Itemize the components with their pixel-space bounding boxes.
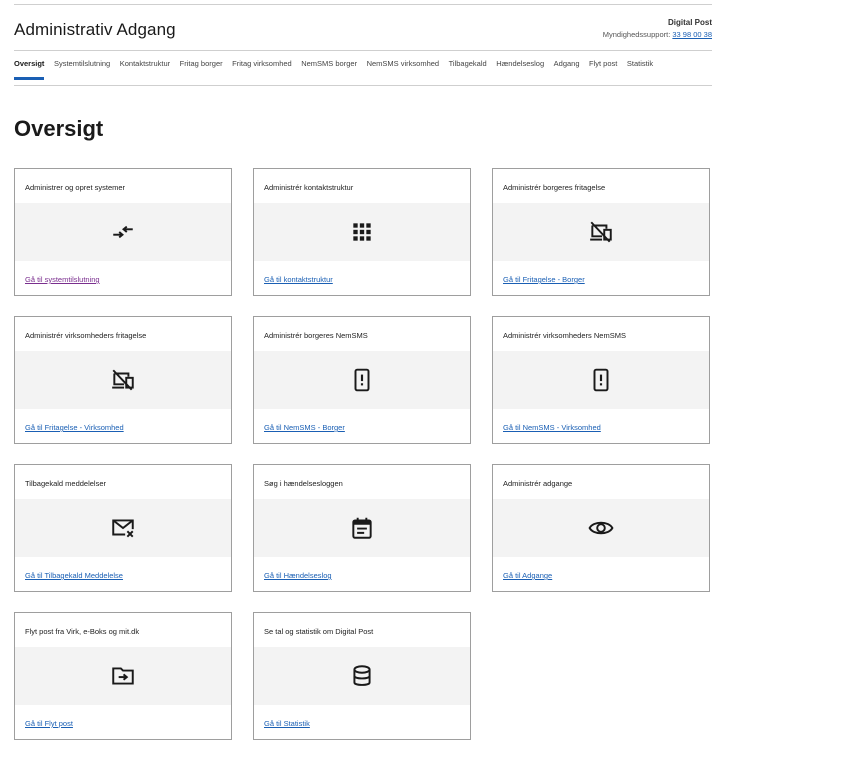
devices-off-icon — [590, 221, 612, 243]
card-link[interactable]: Gå til Hændelseslog — [264, 571, 332, 580]
nav-tab-systemtilslutning[interactable]: Systemtilslutning — [54, 58, 110, 80]
card-title: Administrér kontaktstruktur — [264, 183, 354, 192]
card-flyt-post: Flyt post fra Virk, e-Boks og mit.dk Gå … — [14, 612, 232, 740]
folder-move-icon — [112, 667, 134, 685]
support-line: Myndighedssupport: 33 98 00 38 — [603, 29, 712, 40]
top-divider — [14, 4, 712, 5]
card-link[interactable]: Gå til Fritagelse - Borger — [503, 275, 585, 284]
nav-tab-adgang[interactable]: Adgang — [554, 58, 580, 80]
nav-tab-haendelseslog[interactable]: Hændelseslog — [496, 58, 544, 80]
calendar-log-icon — [352, 517, 372, 539]
card-link[interactable]: Gå til Tilbagekald Meddelelse — [25, 571, 123, 580]
card-title: Tilbagekald meddelelser — [25, 479, 107, 488]
nav-tab-fritag-borger[interactable]: Fritag borger — [180, 58, 223, 80]
nav-tab-fritag-virksomhed[interactable]: Fritag virksomhed — [232, 58, 292, 80]
card-link[interactable]: Gå til Fritagelse - Virksomhed — [25, 423, 124, 432]
card-kontaktstruktur: Administrér kontaktstruktur Gå til konta… — [253, 168, 471, 296]
card-title: Administrér adgange — [503, 479, 573, 488]
page-header: Administrativ Adgang Digital Post Myndig… — [14, 6, 712, 50]
card-link[interactable]: Gå til Flyt post — [25, 719, 73, 728]
nav-tab-kontaktstruktur[interactable]: Kontaktstruktur — [120, 58, 170, 80]
nav-tab-tilbagekald[interactable]: Tilbagekald — [449, 58, 487, 80]
nav-tab-oversigt[interactable]: Oversigt — [14, 58, 45, 80]
nav-tab-nemsms-borger[interactable]: NemSMS borger — [301, 58, 357, 80]
card-link[interactable]: Gå til kontaktstruktur — [264, 275, 333, 284]
eye-icon — [588, 521, 614, 535]
devices-off-icon — [112, 369, 134, 391]
card-title: Se tal og statistik om Digital Post — [264, 627, 374, 636]
nav-divider — [14, 85, 712, 86]
card-adgange: Administrér adgange Gå til Adgange — [492, 464, 710, 592]
grid-dots-icon — [353, 223, 371, 241]
card-statistik: Se tal og statistik om Digital Post Gå t… — [253, 612, 471, 740]
brand-name: Digital Post — [667, 18, 712, 27]
card-title: Administrér virksomheders NemSMS — [503, 331, 626, 340]
header-info: Digital Post Myndighedssupport: 33 98 00… — [603, 18, 712, 40]
card-fritagelse-borger: Administrér borgeres fritagelse Gå til F… — [492, 168, 710, 296]
header-divider — [14, 50, 712, 51]
card-link[interactable]: Gå til Statistik — [264, 719, 310, 728]
card-link[interactable]: Gå til NemSMS - Borger — [264, 423, 345, 432]
card-nemsms-virksomhed: Administrér virksomheders NemSMS Gå til … — [492, 316, 710, 444]
card-systemtilslutning: Administrer og opret systemer Gå til sys… — [14, 168, 232, 296]
mail-cancel-icon — [112, 519, 134, 538]
card-fritagelse-virksomhed: Administrér virksomheders fritagelse Gå … — [14, 316, 232, 444]
main-navigation: Oversigt Systemtilslutning Kontaktstrukt… — [14, 58, 663, 80]
card-title: Administrér borgeres NemSMS — [264, 331, 368, 340]
card-title: Søg i hændelsesloggen — [264, 479, 343, 488]
card-link[interactable]: Gå til Adgange — [503, 571, 552, 580]
card-link[interactable]: Gå til systemtilslutning — [25, 275, 100, 284]
card-nemsms-borger: Administrér borgeres NemSMS Gå til NemSM… — [253, 316, 471, 444]
page-title: Oversigt — [14, 116, 104, 141]
nav-tab-nemsms-virksomhed[interactable]: NemSMS virksomhed — [367, 58, 440, 80]
support-phone-link[interactable]: 33 98 00 38 — [672, 30, 712, 39]
app-title: Administrativ Adgang — [14, 20, 176, 39]
nav-tab-statistik[interactable]: Statistik — [627, 58, 653, 80]
card-title: Administrér borgeres fritagelse — [503, 183, 606, 192]
card-haendelseslog: Søg i hændelsesloggen Gå til Hændelseslo… — [253, 464, 471, 592]
phone-alert-icon — [593, 368, 609, 392]
phone-alert-icon — [354, 368, 370, 392]
support-label: Myndighedssupport: — [602, 30, 671, 39]
card-title: Administrér virksomheders fritagelse — [25, 331, 147, 340]
card-title: Flyt post fra Virk, e-Boks og mit.dk — [25, 627, 140, 636]
swap-arrows-icon — [113, 225, 133, 239]
nav-tab-flyt-post[interactable]: Flyt post — [589, 58, 617, 80]
database-icon — [353, 665, 371, 686]
card-title: Administrer og opret systemer — [25, 183, 126, 192]
card-tilbagekald: Tilbagekald meddelelser Gå til Tilbageka… — [14, 464, 232, 592]
card-link[interactable]: Gå til NemSMS - Virksomhed — [503, 423, 601, 432]
